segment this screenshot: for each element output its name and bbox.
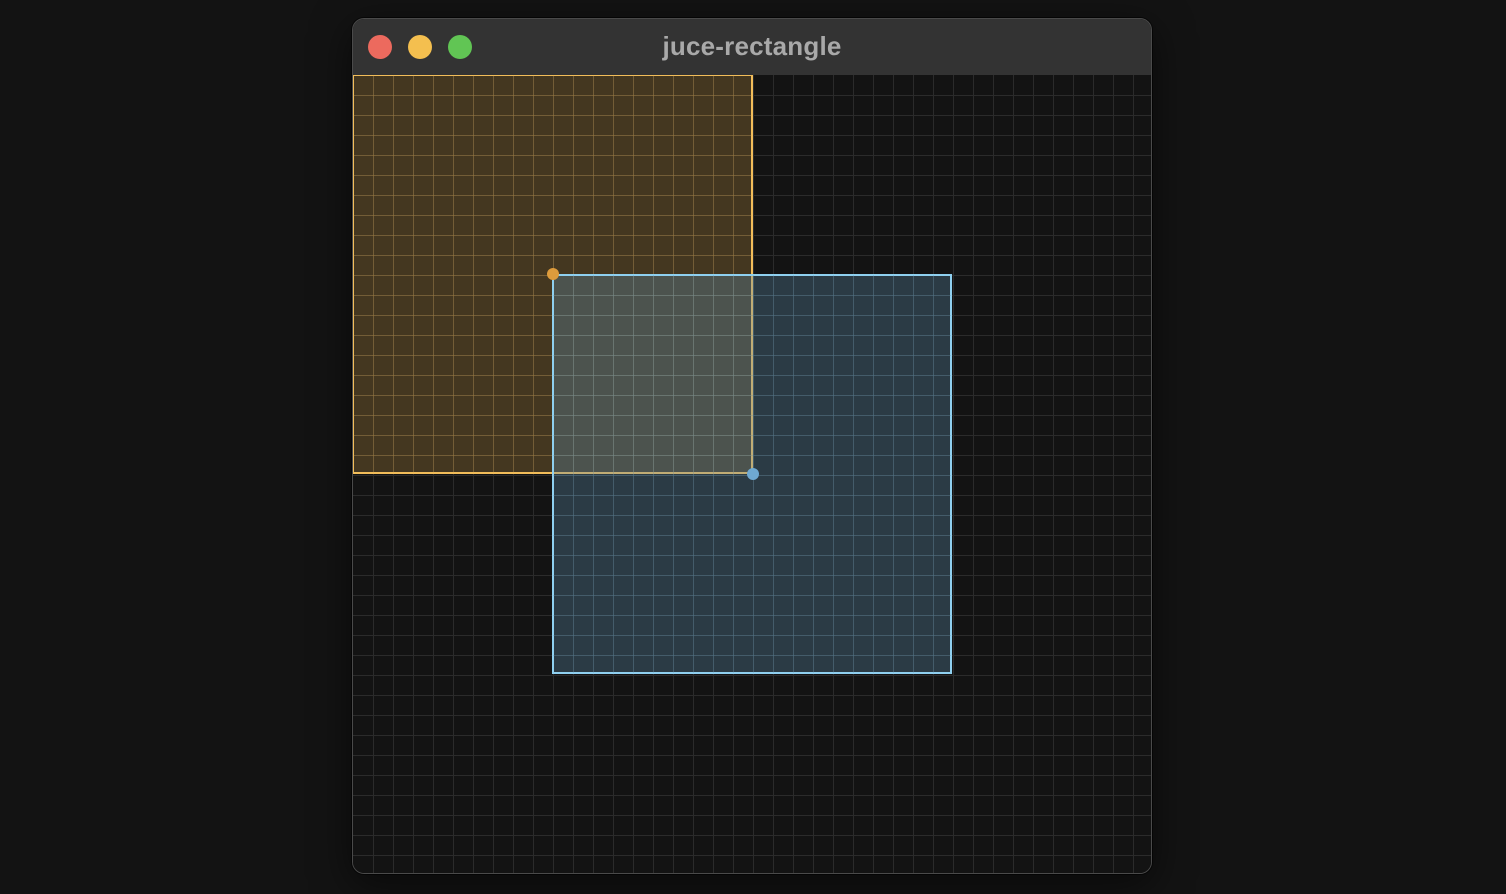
canvas-svg[interactable]	[353, 75, 1151, 873]
title-bar[interactable]: juce-rectangle	[353, 19, 1151, 76]
window-title: juce-rectangle	[662, 31, 842, 61]
rectangle-b-drag-handle[interactable]	[747, 468, 759, 480]
drawing-canvas[interactable]	[353, 75, 1151, 873]
app-window: juce-rectangle	[352, 18, 1152, 874]
rectangle-a-drag-handle[interactable]	[547, 268, 559, 280]
